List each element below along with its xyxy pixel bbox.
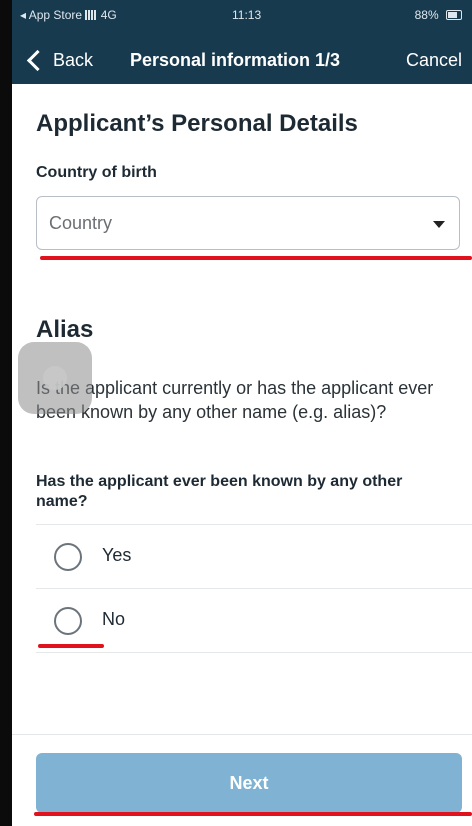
alias-heading: Alias xyxy=(36,316,94,343)
status-right: 88% xyxy=(415,8,462,22)
status-left: ◂ App Store 4G xyxy=(20,8,117,22)
battery-percent: 88% xyxy=(414,8,439,22)
country-select[interactable]: Country xyxy=(36,196,460,250)
annotation-underline-country xyxy=(40,256,472,260)
annotation-underline-next xyxy=(34,812,472,816)
next-button[interactable]: Next xyxy=(36,753,462,813)
back-label: Back xyxy=(53,50,94,70)
radio-label-yes: Yes xyxy=(102,545,132,565)
carrier-label: ◂ App Store xyxy=(20,8,83,22)
alias-question-text: Is the applicant currently or has the ap… xyxy=(36,378,434,422)
annotation-underline-no xyxy=(38,644,104,648)
country-of-birth-label: Country of birth xyxy=(36,164,157,181)
radio-circle-yes[interactable] xyxy=(54,543,82,571)
app-header: ◂ App Store 4G 11:13 88% Back Personal i… xyxy=(12,0,472,84)
app-screen: ◂ App Store 4G 11:13 88% Back Personal i… xyxy=(12,0,472,826)
chevron-left-icon xyxy=(26,49,49,72)
personal-details-heading: Applicant’s Personal Details xyxy=(36,110,358,137)
status-bar: ◂ App Store 4G 11:13 88% xyxy=(12,8,472,26)
radio-label-no: No xyxy=(102,609,126,629)
back-button[interactable]: Back xyxy=(26,49,94,72)
form-content: Applicant’s Personal Details Country of … xyxy=(12,84,472,826)
alias-radio-group-label: Has the applicant ever been known by any… xyxy=(36,473,403,510)
status-time: 11:13 xyxy=(232,8,262,22)
radio-option-yes[interactable]: Yes xyxy=(36,524,472,588)
battery-icon xyxy=(446,10,462,20)
assistive-touch-button[interactable] xyxy=(18,342,92,414)
nav-bar: Back Personal information 1/3 Cancel xyxy=(12,40,472,80)
network-label: 4G xyxy=(100,8,117,22)
cancel-button[interactable]: Cancel xyxy=(406,50,462,71)
page-title: Personal information 1/3 xyxy=(130,50,341,70)
radio-list-divider xyxy=(36,652,472,653)
country-select-value: Country xyxy=(49,213,113,233)
signal-icon xyxy=(85,10,98,20)
radio-circle-no[interactable] xyxy=(54,607,82,635)
assistive-touch-dot-icon xyxy=(43,366,67,390)
radio-option-no[interactable]: No xyxy=(36,588,472,652)
dropdown-caret-icon xyxy=(433,221,445,228)
